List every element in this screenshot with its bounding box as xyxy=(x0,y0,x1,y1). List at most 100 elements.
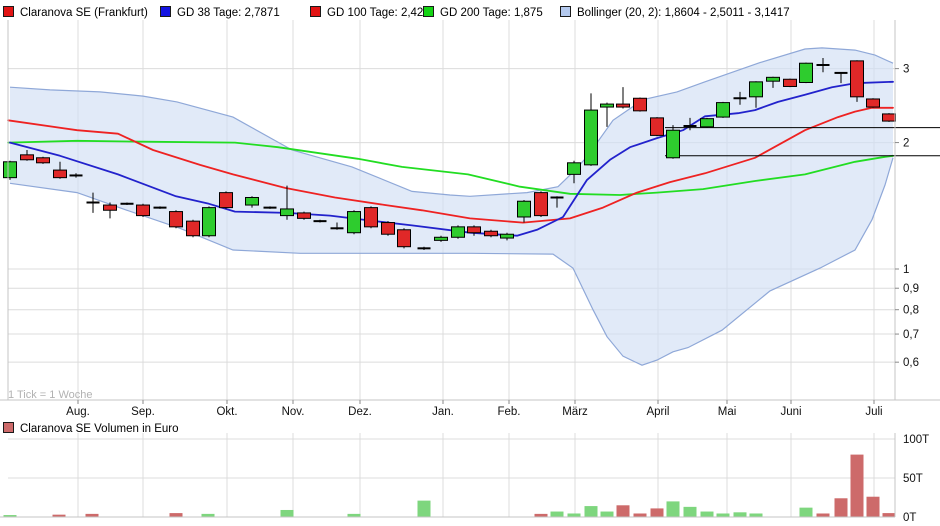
legend-item-gd100: GD 100 Tage: 2,428 xyxy=(310,3,430,15)
candle-up xyxy=(767,77,780,81)
legend-label: Claranova SE Volumen in Euro xyxy=(20,423,179,435)
candle-down xyxy=(617,104,630,107)
volume-swatch-icon xyxy=(3,422,14,433)
month-label: Juli xyxy=(865,406,882,418)
gd38-swatch-icon xyxy=(160,6,171,17)
volume-bar xyxy=(634,513,647,517)
price-tick-label: 1 xyxy=(903,264,909,276)
volume-bar xyxy=(701,512,714,517)
candle-up xyxy=(281,209,294,216)
volume-bar xyxy=(817,513,830,517)
candle-up xyxy=(518,201,531,217)
candle-down xyxy=(21,155,34,160)
legend-item-bollinger: Bollinger (20, 2): 1,8604 - 2,5011 - 3,1… xyxy=(560,3,790,15)
volume-tick-label: 100T xyxy=(903,434,929,446)
month-label: Jan. xyxy=(432,406,454,418)
volume-bar xyxy=(667,501,680,517)
legend-item-volume: Claranova SE Volumen in Euro xyxy=(3,419,179,431)
month-label: Sep. xyxy=(131,406,155,418)
candle-down xyxy=(398,230,411,247)
candle-down xyxy=(634,98,647,111)
candle-down xyxy=(468,227,481,233)
volume-bar xyxy=(883,513,896,517)
stock-chart-container: Aug.Sep.Okt.Nov.Dez.Jan.Feb.MärzAprilMai… xyxy=(0,0,940,526)
candle-down xyxy=(485,231,498,236)
candle-down xyxy=(170,212,183,227)
candle-down xyxy=(651,118,664,136)
instrument-swatch-icon xyxy=(3,6,14,17)
volume-bar xyxy=(867,497,880,517)
volume-tick-label: 0T xyxy=(903,512,916,524)
candle-down xyxy=(298,213,311,218)
candle-down xyxy=(54,170,67,178)
legend-item-gd200: GD 200 Tage: 1,875 xyxy=(423,3,543,15)
volume-bar xyxy=(800,508,813,517)
bollinger-swatch-icon xyxy=(560,6,571,17)
legend-label: GD 100 Tage: 2,428 xyxy=(327,7,430,19)
month-label: April xyxy=(646,406,669,418)
candle-up xyxy=(701,119,714,127)
volume-bar xyxy=(651,508,664,517)
volume-bar xyxy=(281,510,294,517)
candle-down xyxy=(37,158,50,163)
legend-label: GD 38 Tage: 2,7871 xyxy=(177,7,280,19)
candle-up xyxy=(501,234,514,238)
volume-legend: Claranova SE Volumen in Euro xyxy=(0,418,940,433)
volume-tick-label: 50T xyxy=(903,473,923,485)
candle-down xyxy=(365,208,378,227)
volume-bar xyxy=(170,513,183,517)
candle-up xyxy=(435,237,448,240)
candle-down xyxy=(851,61,864,97)
legend-label: GD 200 Tage: 1,875 xyxy=(440,7,543,19)
month-label: Nov. xyxy=(282,406,305,418)
candle-up xyxy=(203,208,216,236)
candle-up xyxy=(348,212,361,233)
candle-down xyxy=(867,99,880,107)
volume-bar xyxy=(717,513,730,517)
candle-up xyxy=(717,103,730,117)
volume-bar xyxy=(418,501,431,517)
volume-bar xyxy=(601,512,614,517)
price-legend: Claranova SE (Frankfurt) GD 38 Tage: 2,7… xyxy=(0,0,940,18)
candle-up xyxy=(585,110,598,165)
month-label: Aug. xyxy=(66,406,90,418)
candle-down xyxy=(104,205,117,210)
month-label: Feb. xyxy=(497,406,520,418)
legend-label: Claranova SE (Frankfurt) xyxy=(20,7,148,19)
legend-item-instrument: Claranova SE (Frankfurt) xyxy=(3,3,148,15)
month-label: Juni xyxy=(780,406,801,418)
candle-down xyxy=(883,114,896,121)
price-tick-label: 3 xyxy=(903,64,909,76)
volume-bar xyxy=(684,507,697,517)
candle-up xyxy=(246,197,259,205)
candle-down xyxy=(535,193,548,216)
price-tick-label: 2 xyxy=(903,138,909,150)
candle-up xyxy=(452,227,465,237)
candle-up xyxy=(750,82,763,97)
legend-label: Bollinger (20, 2): 1,8604 - 2,5011 - 3,1… xyxy=(577,7,790,19)
candle-up xyxy=(667,130,680,158)
price-tick-label: 0,8 xyxy=(903,305,919,317)
price-tick-label: 0,7 xyxy=(903,329,919,341)
volume-bar xyxy=(750,513,763,517)
gd200-swatch-icon xyxy=(423,6,434,17)
legend-item-gd38: GD 38 Tage: 2,7871 xyxy=(160,3,280,15)
month-label: März xyxy=(562,406,588,418)
tick-interval-note: 1 Tick = 1 Woche xyxy=(8,389,92,401)
candle-up xyxy=(568,163,581,175)
price-tick-label: 0,6 xyxy=(903,357,919,369)
price-tick-label: 0,9 xyxy=(903,283,919,295)
candle-down xyxy=(220,193,233,208)
month-label: Okt. xyxy=(216,406,237,418)
candle-up xyxy=(601,104,614,107)
candle-down xyxy=(137,205,150,216)
candle-up xyxy=(800,63,813,82)
volume-bar xyxy=(568,513,581,517)
candle-down xyxy=(784,79,797,86)
gd100-swatch-icon xyxy=(310,6,321,17)
candle-down xyxy=(382,223,395,235)
volume-bar xyxy=(617,505,630,517)
volume-bar xyxy=(551,512,564,517)
volume-bar xyxy=(851,455,864,517)
candle-down xyxy=(187,221,200,236)
